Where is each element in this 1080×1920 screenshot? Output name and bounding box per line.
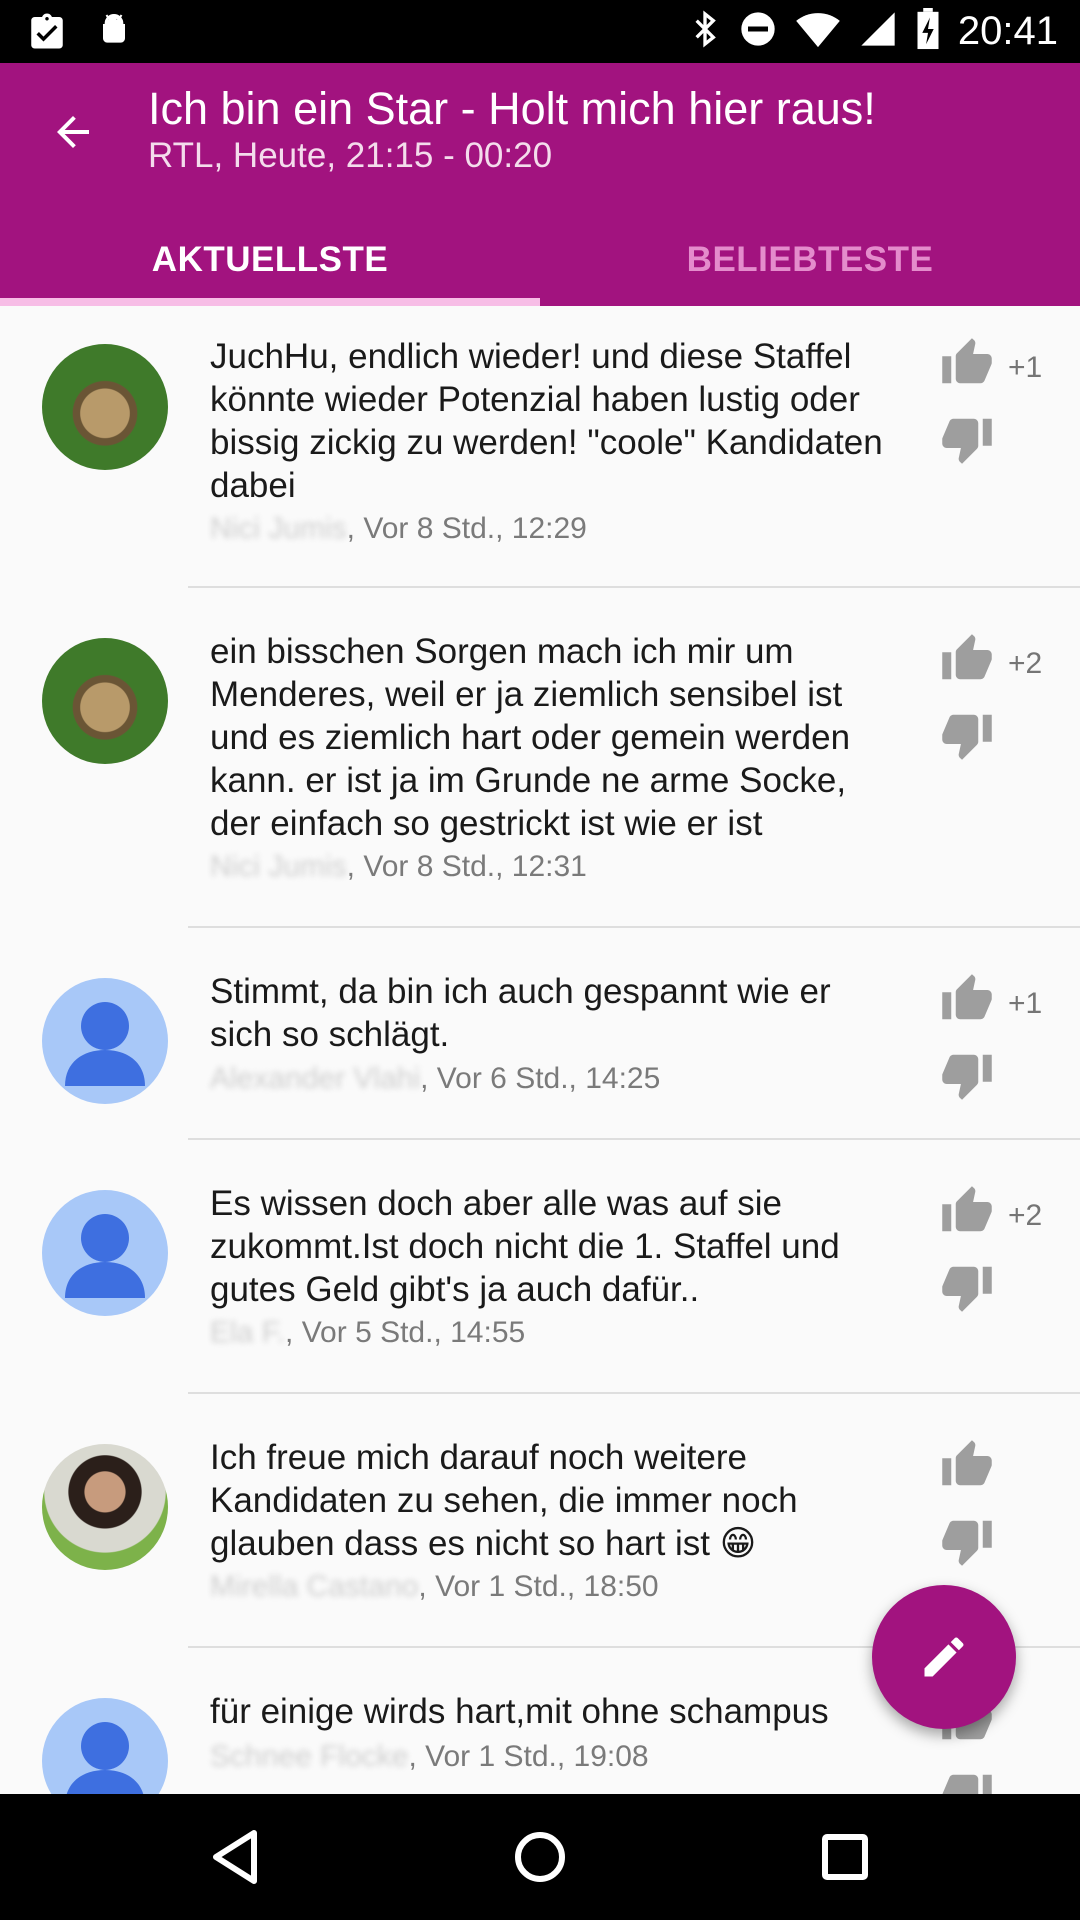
tab-indicator — [0, 298, 540, 306]
comment-author: Mirella Castano — [210, 1570, 419, 1603]
comment-author: Nici Jumis — [210, 850, 347, 883]
thumbs-up-icon — [942, 338, 992, 384]
avatar — [42, 978, 168, 1104]
tab-aktuellste[interactable]: AKTUELLSTE — [0, 213, 540, 306]
comment-author: Schnee Flocke — [210, 1740, 409, 1773]
vote-count: +1 — [1008, 351, 1043, 384]
navigation-bar — [0, 1794, 1080, 1920]
avatar — [42, 1190, 168, 1316]
tab-beliebteste[interactable]: BELIEBTESTE — [540, 213, 1080, 306]
comment-meta: Nici Jumis , Vor 8 Std., 12:29 — [210, 512, 587, 546]
divider — [188, 586, 1080, 588]
comment-meta: Mirella Castano , Vor 1 Std., 18:50 — [210, 1570, 659, 1604]
battery-charging-icon — [916, 8, 940, 55]
comment-text: JuchHu, endlich wieder! und diese Staffe… — [210, 337, 883, 505]
thumbs-up-icon — [942, 1186, 992, 1232]
comment-meta: Ela F. , Vor 5 Std., 14:55 — [210, 1316, 525, 1350]
comment-text: Ich freue mich darauf noch weitere Kandi… — [210, 1438, 798, 1563]
nav-home-button[interactable] — [505, 1822, 575, 1892]
comment-meta: Alexander Vlahi , Vor 6 Std., 14:25 — [210, 1062, 660, 1096]
nav-recents-button[interactable] — [810, 1822, 880, 1892]
thumbs-up-button[interactable] — [940, 1438, 994, 1492]
comment-author: Nici Jumis — [210, 512, 347, 545]
bluetooth-icon — [690, 9, 720, 54]
comment-time: , Vor 5 Std., 14:55 — [285, 1316, 526, 1349]
wifi-icon — [796, 9, 840, 54]
thumbs-down-icon — [942, 1266, 992, 1312]
divider — [188, 1392, 1080, 1394]
comment-list[interactable]: JuchHu, endlich wieder! und diese Staffe… — [0, 306, 1080, 1794]
comment-meta: Schnee Flocke , Vor 1 Std., 19:08 — [210, 1740, 649, 1774]
nav-back-button[interactable] — [200, 1822, 270, 1892]
comment-author: Alexander Vlahi — [210, 1062, 421, 1095]
thumbs-up-icon — [942, 634, 992, 680]
thumbs-up-button[interactable] — [940, 972, 994, 1026]
thumbs-down-button[interactable] — [940, 1048, 994, 1102]
thumbs-up-button[interactable] — [940, 632, 994, 686]
avatar — [42, 1444, 168, 1570]
thumbs-up-button[interactable] — [940, 336, 994, 390]
status-bar: 20:41 — [0, 0, 1080, 63]
pencil-edit-icon — [924, 1637, 964, 1677]
vote-count: +2 — [1008, 1199, 1043, 1232]
app-bar: Ich bin ein Star - Holt mich hier raus! … — [0, 63, 1080, 306]
comment-time: , Vor 8 Std., 12:31 — [346, 850, 587, 883]
thumbs-down-button[interactable] — [940, 412, 994, 466]
avatar — [42, 638, 168, 764]
comment-time: , Vor 1 Std., 18:50 — [418, 1570, 659, 1603]
thumbs-up-button[interactable] — [940, 1184, 994, 1238]
thumbs-down-button[interactable] — [940, 1768, 994, 1794]
comment-text: ein bisschen Sorgen mach ich mir um Mend… — [210, 632, 851, 843]
arrow-back-icon — [57, 116, 89, 148]
comment-time: , Vor 1 Std., 19:08 — [408, 1740, 649, 1773]
back-triangle-icon — [213, 1830, 257, 1884]
comment-text: Es wissen doch aber alle was auf sie zuk… — [210, 1184, 840, 1309]
home-circle-icon — [515, 1832, 565, 1882]
thumbs-down-button[interactable] — [940, 1260, 994, 1314]
do-not-disturb-icon — [738, 9, 778, 54]
thumbs-down-icon — [942, 1520, 992, 1566]
divider — [188, 926, 1080, 928]
thumbs-down-icon — [942, 418, 992, 464]
write-comment-button[interactable] — [872, 1585, 1016, 1729]
thumbs-down-icon — [942, 1774, 992, 1794]
thumbs-down-button[interactable] — [940, 708, 994, 762]
default-person-icon — [65, 1002, 145, 1086]
comment-time: , Vor 6 Std., 14:25 — [420, 1062, 661, 1095]
thumbs-down-button[interactable] — [940, 1514, 994, 1568]
comment-time: , Vor 8 Std., 12:29 — [346, 512, 587, 545]
android-icon — [94, 10, 134, 57]
signal-icon — [858, 9, 898, 54]
thumbs-down-icon — [942, 714, 992, 760]
vote-count: +1 — [1008, 987, 1043, 1020]
default-person-icon — [65, 1214, 145, 1298]
vote-count: +2 — [1008, 647, 1043, 680]
default-person-icon — [66, 1722, 144, 1794]
back-button[interactable] — [40, 99, 106, 165]
comment-text: Stimmt, da bin ich auch gespannt wie er … — [210, 972, 831, 1054]
comment-meta: Nici Jumis , Vor 8 Std., 12:31 — [210, 850, 587, 884]
thumbs-up-icon — [942, 1440, 992, 1486]
recents-square-icon — [822, 1834, 868, 1880]
avatar — [42, 1698, 168, 1794]
divider — [188, 1138, 1080, 1140]
thumbs-up-icon — [942, 974, 992, 1020]
thumbs-down-icon — [942, 1054, 992, 1100]
status-time: 20:41 — [957, 9, 1058, 53]
page-subtitle: RTL, Heute, 21:15 - 00:20 — [148, 136, 553, 175]
comment-author: Ela F. — [210, 1316, 286, 1349]
page-title: Ich bin ein Star - Holt mich hier raus! — [148, 83, 876, 134]
comment-text: für einige wirds hart,mit ohne schampus — [210, 1692, 829, 1731]
avatar — [42, 344, 168, 470]
clipboard-check-icon — [26, 10, 68, 57]
